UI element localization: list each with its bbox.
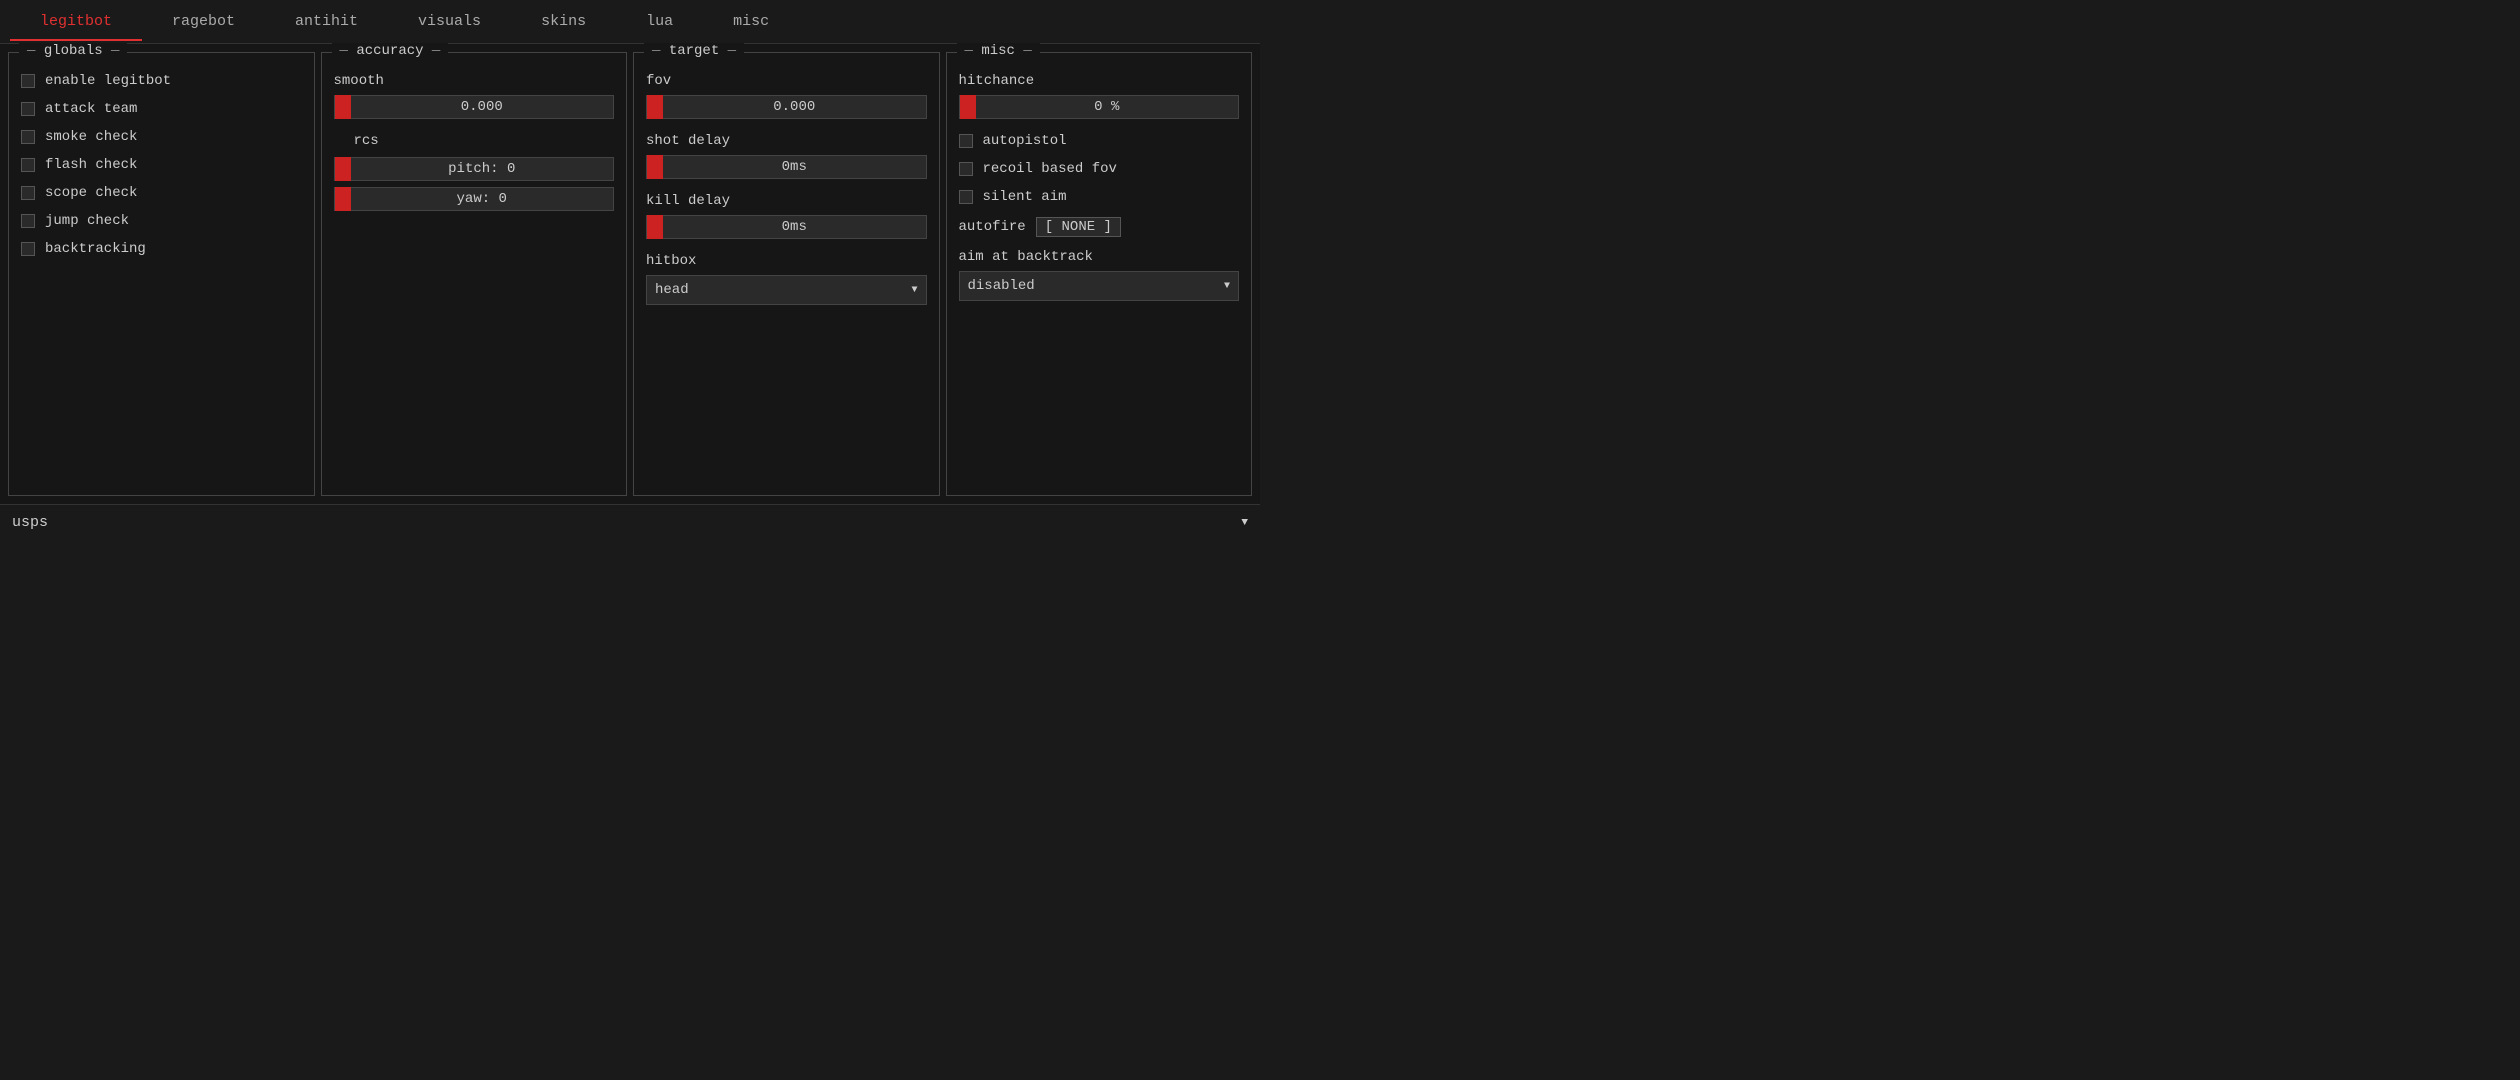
- rcs-pitch-value: pitch: 0: [351, 161, 614, 177]
- smoke-check-row: smoke check: [21, 129, 302, 145]
- fov-thumb: [647, 95, 663, 119]
- tab-misc[interactable]: misc: [703, 3, 799, 40]
- misc-title: misc: [957, 43, 1040, 59]
- tab-antihit[interactable]: antihit: [265, 3, 388, 40]
- backtracking-row: backtracking: [21, 241, 302, 257]
- jump-check-row: jump check: [21, 213, 302, 229]
- hitchance-thumb: [960, 95, 976, 119]
- target-panel: target fov 0.000 shot delay 0ms kill del…: [633, 52, 940, 496]
- fov-label: fov: [646, 73, 927, 89]
- shot-delay-thumb: [647, 155, 663, 179]
- hitbox-arrow-icon: ▼: [911, 285, 917, 296]
- enable-legitbot-row: enable legitbot: [21, 73, 302, 89]
- shot-delay-label: shot delay: [646, 133, 927, 149]
- bottom-bar: usps ▼: [0, 504, 1260, 540]
- shot-delay-section: shot delay 0ms: [646, 133, 927, 179]
- tab-visuals[interactable]: visuals: [388, 3, 511, 40]
- hitbox-value: head: [655, 282, 689, 298]
- hitbox-label: hitbox: [646, 253, 927, 269]
- rcs-yaw-thumb: [335, 187, 351, 211]
- attack-team-row: attack team: [21, 101, 302, 117]
- kill-delay-value: 0ms: [663, 219, 926, 235]
- target-title: target: [644, 43, 744, 59]
- hitchance-value: 0 %: [976, 99, 1239, 115]
- main-content: globals enable legitbot attack team smok…: [0, 44, 1260, 504]
- autofire-row: autofire [ NONE ]: [959, 217, 1240, 237]
- shot-delay-value: 0ms: [663, 159, 926, 175]
- rcs-section: rcs pitch: 0 yaw: 0: [334, 133, 615, 211]
- enable-legitbot-checkbox[interactable]: [21, 74, 35, 88]
- smooth-slider[interactable]: 0.000: [334, 95, 615, 119]
- rcs-label: rcs: [334, 133, 615, 149]
- scope-check-label: scope check: [45, 185, 137, 201]
- recoil-based-fov-row: recoil based fov: [959, 161, 1240, 177]
- shot-delay-slider[interactable]: 0ms: [646, 155, 927, 179]
- autopistol-checkbox[interactable]: [959, 134, 973, 148]
- attack-team-checkbox[interactable]: [21, 102, 35, 116]
- smooth-value: 0.000: [351, 99, 614, 115]
- silent-aim-label: silent aim: [983, 189, 1067, 205]
- attack-team-label: attack team: [45, 101, 137, 117]
- aim-at-backtrack-value: disabled: [968, 278, 1035, 294]
- smooth-label: smooth: [334, 73, 615, 89]
- recoil-based-fov-label: recoil based fov: [983, 161, 1117, 177]
- kill-delay-section: kill delay 0ms: [646, 193, 927, 239]
- enable-legitbot-label: enable legitbot: [45, 73, 171, 89]
- kill-delay-label: kill delay: [646, 193, 927, 209]
- autofire-label: autofire: [959, 219, 1026, 235]
- autofire-bind[interactable]: [ NONE ]: [1036, 217, 1121, 237]
- rcs-pitch-slider[interactable]: pitch: 0: [334, 157, 615, 181]
- weapon-label: usps: [12, 514, 48, 531]
- accuracy-panel: accuracy smooth 0.000 rcs pitch: 0 yaw: …: [321, 52, 628, 496]
- autopistol-label: autopistol: [983, 133, 1067, 149]
- misc-panel: misc hitchance 0 % autopistol recoil bas…: [946, 52, 1253, 496]
- hitchance-slider[interactable]: 0 %: [959, 95, 1240, 119]
- hitchance-section: hitchance 0 %: [959, 73, 1240, 119]
- rcs-yaw-value: yaw: 0: [351, 191, 614, 207]
- hitchance-label: hitchance: [959, 73, 1240, 89]
- hitbox-section: hitbox head ▼: [646, 253, 927, 305]
- rcs-pitch-thumb: [335, 157, 351, 181]
- bottom-arrow-icon[interactable]: ▼: [1241, 517, 1248, 529]
- scope-check-row: scope check: [21, 185, 302, 201]
- silent-aim-row: silent aim: [959, 189, 1240, 205]
- fov-value: 0.000: [663, 99, 926, 115]
- tab-lua[interactable]: lua: [616, 3, 703, 40]
- flash-check-row: flash check: [21, 157, 302, 173]
- smoke-check-label: smoke check: [45, 129, 137, 145]
- silent-aim-checkbox[interactable]: [959, 190, 973, 204]
- jump-check-checkbox[interactable]: [21, 214, 35, 228]
- jump-check-label: jump check: [45, 213, 129, 229]
- app-container: legitbot ragebot antihit visuals skins l…: [0, 0, 1260, 540]
- aim-at-backtrack-section: aim at backtrack disabled ▼: [959, 249, 1240, 301]
- scope-check-checkbox[interactable]: [21, 186, 35, 200]
- recoil-based-fov-checkbox[interactable]: [959, 162, 973, 176]
- smooth-section: smooth 0.000: [334, 73, 615, 119]
- tab-ragebot[interactable]: ragebot: [142, 3, 265, 40]
- rcs-yaw-slider[interactable]: yaw: 0: [334, 187, 615, 211]
- backtracking-label: backtracking: [45, 241, 146, 257]
- hitbox-dropdown[interactable]: head ▼: [646, 275, 927, 305]
- aim-at-backtrack-label: aim at backtrack: [959, 249, 1240, 265]
- backtracking-checkbox[interactable]: [21, 242, 35, 256]
- kill-delay-thumb: [647, 215, 663, 239]
- accuracy-title: accuracy: [332, 43, 449, 59]
- flash-check-checkbox[interactable]: [21, 158, 35, 172]
- smoke-check-checkbox[interactable]: [21, 130, 35, 144]
- flash-check-label: flash check: [45, 157, 137, 173]
- aim-at-backtrack-dropdown[interactable]: disabled ▼: [959, 271, 1240, 301]
- globals-panel: globals enable legitbot attack team smok…: [8, 52, 315, 496]
- kill-delay-slider[interactable]: 0ms: [646, 215, 927, 239]
- smooth-thumb: [335, 95, 351, 119]
- tab-skins[interactable]: skins: [511, 3, 616, 40]
- autopistol-row: autopistol: [959, 133, 1240, 149]
- tab-legitbot[interactable]: legitbot: [10, 3, 142, 40]
- tab-bar: legitbot ragebot antihit visuals skins l…: [0, 0, 1260, 44]
- aim-at-backtrack-arrow-icon: ▼: [1224, 281, 1230, 292]
- globals-title: globals: [19, 43, 127, 59]
- fov-section: fov 0.000: [646, 73, 927, 119]
- fov-slider[interactable]: 0.000: [646, 95, 927, 119]
